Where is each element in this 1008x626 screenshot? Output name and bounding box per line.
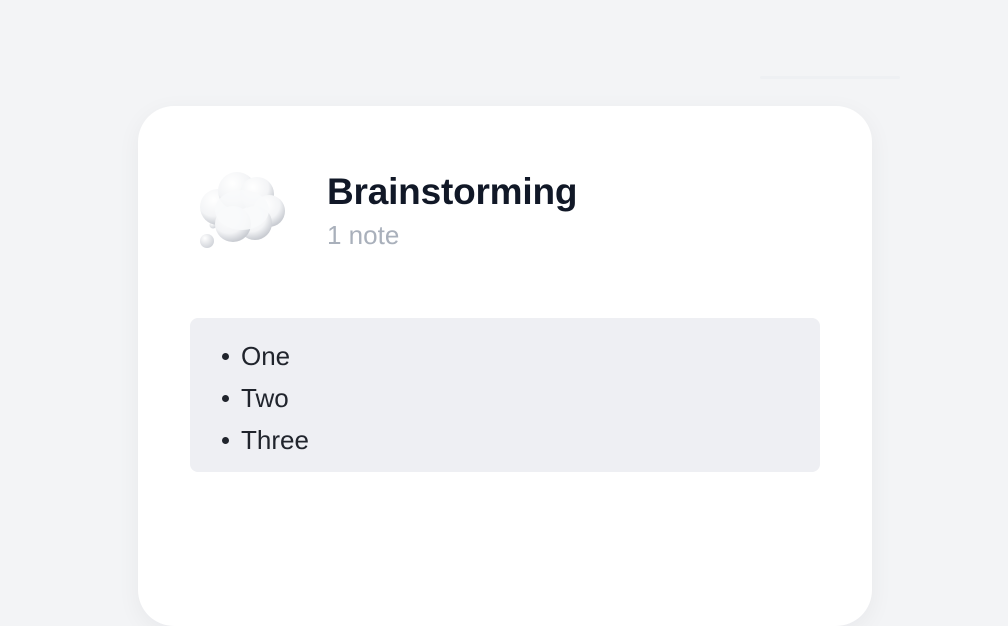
background-divider bbox=[760, 76, 900, 79]
note-card[interactable]: One Two Three bbox=[190, 318, 820, 472]
list-item-text: Two bbox=[241, 382, 289, 413]
list-item: Three bbox=[222, 419, 820, 461]
bullet-dot-icon bbox=[222, 352, 229, 360]
list-item: Two bbox=[222, 377, 820, 419]
note-count: 1 note bbox=[327, 220, 400, 250]
collection-card: Brainstorming 1 note One Two Three bbox=[138, 106, 872, 626]
collection-title: Brainstorming bbox=[327, 171, 578, 212]
list-item-text: Three bbox=[241, 424, 309, 455]
list-item: One bbox=[222, 335, 820, 377]
bullet-dot-icon bbox=[222, 436, 229, 444]
bullet-list: One Two Three bbox=[190, 318, 820, 461]
list-item-text: One bbox=[241, 340, 291, 371]
collection-header: Brainstorming 1 note bbox=[194, 164, 832, 264]
bullet-dot-icon bbox=[222, 394, 229, 402]
title-block: Brainstorming 1 note bbox=[327, 168, 577, 252]
thought-balloon-icon bbox=[200, 172, 285, 248]
